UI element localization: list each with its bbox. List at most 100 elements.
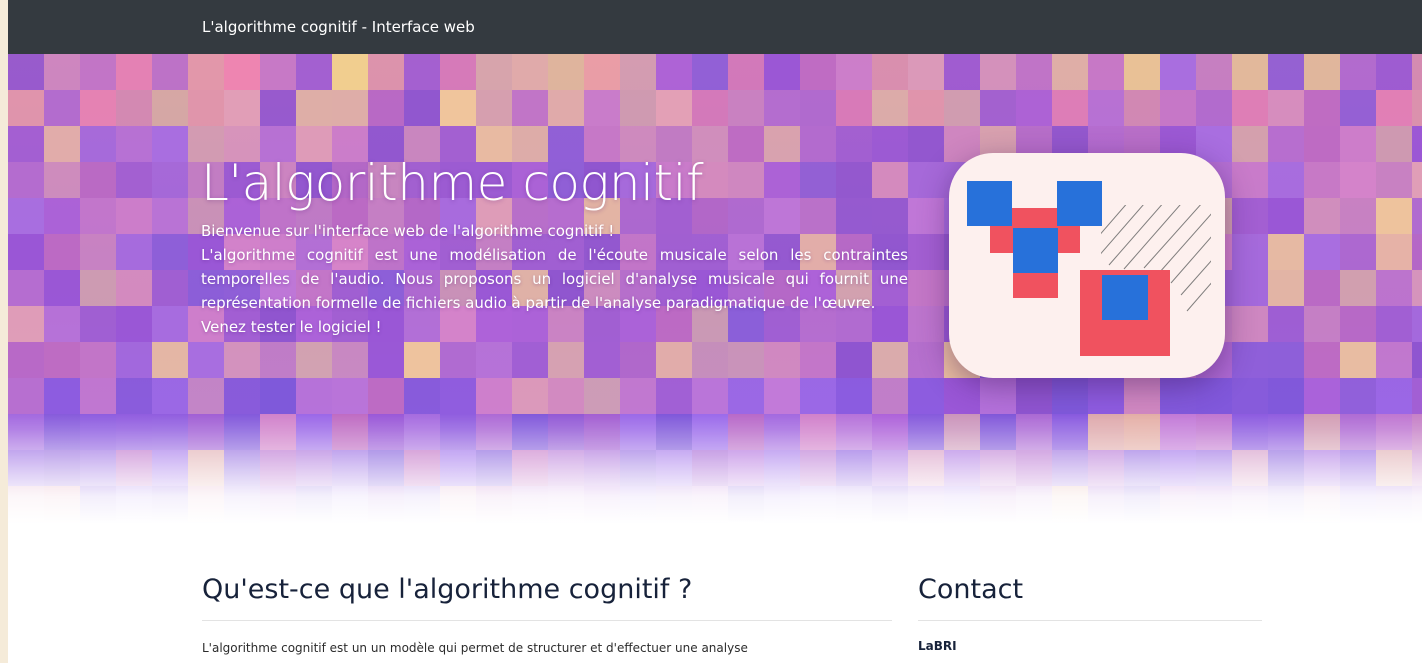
mosaic-tile — [1304, 270, 1340, 306]
mosaic-tile — [332, 90, 368, 126]
mosaic-tile — [80, 234, 116, 270]
mosaic-tile — [1376, 342, 1412, 378]
mosaic-tile — [908, 54, 944, 90]
mosaic-tile — [980, 90, 1016, 126]
mosaic-tile — [1232, 234, 1268, 270]
mosaic-tile — [764, 54, 800, 90]
mosaic-tile — [512, 342, 548, 378]
navbar-brand[interactable]: L'algorithme cognitif - Interface web — [202, 18, 475, 36]
mosaic-tile — [116, 198, 152, 234]
mosaic-tile — [44, 270, 80, 306]
mosaic-tile — [1304, 378, 1340, 414]
contact-title: Contact — [918, 572, 1262, 621]
mosaic-tile — [908, 378, 944, 414]
mosaic-tile — [1412, 234, 1422, 270]
mosaic-tile — [8, 378, 44, 414]
mosaic-tile — [188, 342, 224, 378]
mosaic-tile — [692, 54, 728, 90]
mosaic-tile — [1412, 54, 1422, 90]
mosaic-tile — [44, 378, 80, 414]
mosaic-tile — [152, 234, 188, 270]
mosaic-tile — [404, 54, 440, 90]
mosaic-tile — [8, 306, 44, 342]
mosaic-tile — [1376, 54, 1412, 90]
hero-call-to-action: Venez tester le logiciel ! — [201, 318, 382, 336]
mosaic-tile — [908, 126, 944, 162]
mosaic-tile — [44, 54, 80, 90]
mosaic-tile — [1232, 198, 1268, 234]
mosaic-tile — [1340, 162, 1376, 198]
mosaic-tile — [8, 162, 44, 198]
mosaic-tile — [152, 54, 188, 90]
mosaic-tile — [692, 342, 728, 378]
mosaic-tile — [44, 198, 80, 234]
mosaic-tile — [80, 378, 116, 414]
hero-banner: L'algorithme cognitif Bienvenue sur l'in… — [8, 54, 1422, 524]
mosaic-tile — [1340, 306, 1376, 342]
hero-lead: Bienvenue sur l'interface web de l'algor… — [201, 219, 908, 339]
mosaic-tile — [1304, 54, 1340, 90]
mosaic-tile — [1016, 54, 1052, 90]
mosaic-tile — [116, 342, 152, 378]
mosaic-tile — [620, 90, 656, 126]
mosaic-tile — [80, 342, 116, 378]
mosaic-tile — [44, 342, 80, 378]
mosaic-tile — [836, 342, 872, 378]
mosaic-tile — [152, 342, 188, 378]
mosaic-tile — [1412, 90, 1422, 126]
mosaic-tile — [8, 198, 44, 234]
mosaic-tile — [152, 306, 188, 342]
mosaic-tile — [692, 90, 728, 126]
mosaic-tile — [296, 378, 332, 414]
mosaic-tile — [440, 90, 476, 126]
mosaic-tile — [872, 378, 908, 414]
mosaic-tile — [1232, 378, 1268, 414]
mosaic-tile — [8, 126, 44, 162]
mosaic-tile — [1412, 162, 1422, 198]
mosaic-tile — [1268, 90, 1304, 126]
mosaic-tile — [1268, 198, 1304, 234]
mosaic-tile — [1268, 306, 1304, 342]
mosaic-tile — [1268, 162, 1304, 198]
mosaic-tile — [440, 342, 476, 378]
mosaic-tile — [188, 378, 224, 414]
mosaic-tile — [224, 90, 260, 126]
mosaic-tile — [1160, 90, 1196, 126]
mosaic-tile — [152, 126, 188, 162]
mosaic-tile — [908, 198, 944, 234]
mosaic-tile — [188, 54, 224, 90]
mosaic-tile — [1232, 270, 1268, 306]
mosaic-tile — [116, 126, 152, 162]
mosaic-tile — [584, 90, 620, 126]
mosaic-tile — [872, 342, 908, 378]
mosaic-tile — [620, 378, 656, 414]
mosaic-tile — [1376, 198, 1412, 234]
mosaic-tile — [404, 90, 440, 126]
mosaic-tile — [404, 378, 440, 414]
mosaic-tile — [1232, 306, 1268, 342]
mosaic-tile — [1016, 90, 1052, 126]
mosaic-tile — [764, 342, 800, 378]
mosaic-tile — [728, 378, 764, 414]
app-logo — [949, 153, 1225, 378]
mosaic-tile — [584, 378, 620, 414]
mosaic-tile — [188, 90, 224, 126]
mosaic-tile — [80, 270, 116, 306]
mosaic-tile — [368, 90, 404, 126]
contact-section: Contact LaBRI — [918, 572, 1262, 653]
mosaic-tile — [656, 342, 692, 378]
mosaic-tile — [584, 54, 620, 90]
mosaic-tile — [1124, 378, 1160, 414]
mosaic-tile — [1340, 198, 1376, 234]
mosaic-tile — [692, 378, 728, 414]
hero-welcome-line: Bienvenue sur l'interface web de l'algor… — [201, 222, 615, 240]
mosaic-tile — [944, 54, 980, 90]
mosaic-tile — [80, 90, 116, 126]
mosaic-tile — [260, 342, 296, 378]
mosaic-tile — [332, 378, 368, 414]
mosaic-tile — [476, 342, 512, 378]
mosaic-tile — [1376, 126, 1412, 162]
mosaic-tile — [404, 342, 440, 378]
mosaic-tile — [44, 306, 80, 342]
mosaic-tile — [728, 90, 764, 126]
